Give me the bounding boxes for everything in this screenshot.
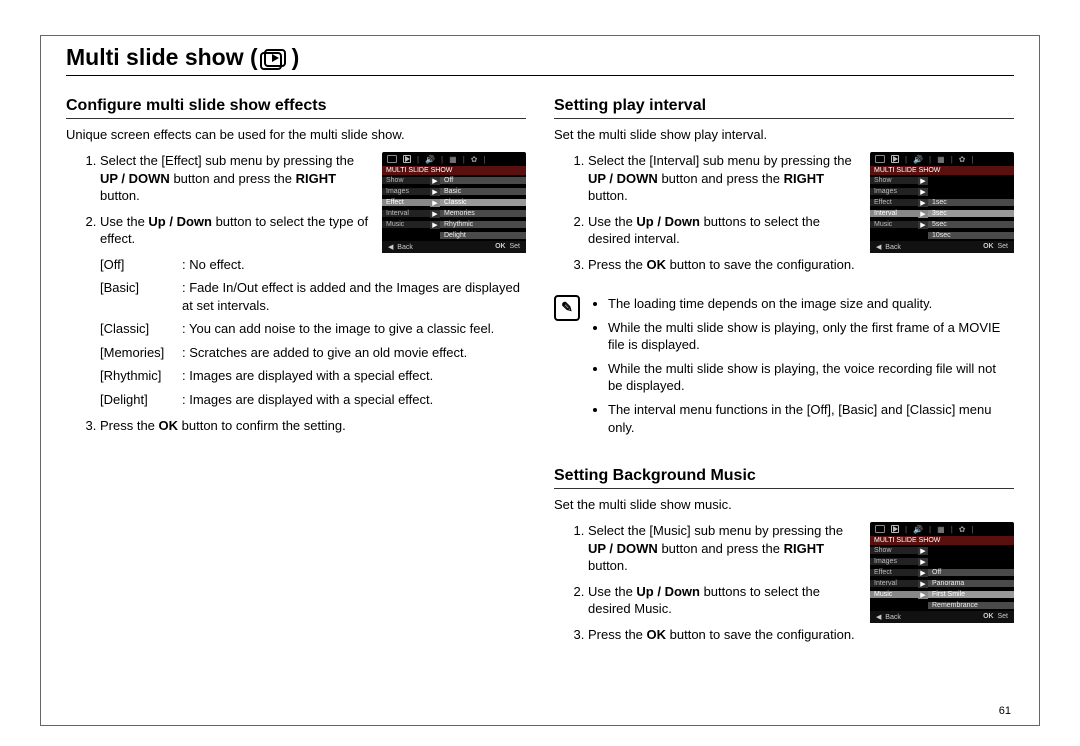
lcd-effect-screenshot: |🔊|▦|✿|MULTI SLIDE SHOWShow▶OffImages▶Ba… — [382, 152, 526, 253]
page-frame: Multi slide show ( ) Configure multi sli… — [40, 35, 1040, 726]
lcd-interval-screenshot: |🔊|▦|✿|MULTI SLIDE SHOWShow▶Images▶Effec… — [870, 152, 1014, 253]
effect-definition: [Classic]You can add noise to the image … — [100, 320, 522, 338]
section-heading-music: Setting Background Music — [554, 464, 1014, 489]
page-number: 61 — [999, 705, 1011, 717]
note-item: While the multi slide show is playing, o… — [608, 319, 1014, 354]
intro-text: Set the multi slide show play interval. — [554, 127, 1014, 142]
step-3: Press the OK button to save the configur… — [588, 626, 1014, 644]
effect-definition: [Rhythmic]Images are displayed with a sp… — [100, 367, 522, 385]
left-column: Configure multi slide show effects Uniqu… — [66, 94, 526, 651]
note-item: The loading time depends on the image si… — [608, 295, 1014, 313]
right-column: Setting play interval Set the multi slid… — [554, 94, 1014, 651]
effect-definition: [Basic]Fade In/Out effect is added and t… — [100, 279, 522, 314]
note-box: ✎ The loading time depends on the image … — [554, 295, 1014, 442]
step-3: Press the OK button to confirm the setti… — [100, 417, 526, 435]
note-item: The interval menu functions in the [Off]… — [608, 401, 1014, 436]
section-heading-effects: Configure multi slide show effects — [66, 94, 526, 119]
effect-definition: [Delight]Images are displayed with a spe… — [100, 391, 522, 409]
title-rule — [66, 75, 1014, 76]
title-text: Multi slide show ( — [66, 44, 258, 71]
slideshow-icon — [264, 49, 286, 67]
effect-definition: [Memories]Scratches are added to give an… — [100, 344, 522, 362]
effect-definition: [Off]No effect. — [100, 256, 374, 274]
page-title: Multi slide show ( ) — [66, 36, 1014, 71]
note-icon: ✎ — [554, 295, 580, 321]
section-heading-interval: Setting play interval — [554, 94, 1014, 119]
step-3: Press the OK button to save the configur… — [588, 256, 1014, 274]
intro-text: Set the multi slide show music. — [554, 497, 1014, 512]
note-item: While the multi slide show is playing, t… — [608, 360, 1014, 395]
lcd-music-screenshot: |🔊|▦|✿|MULTI SLIDE SHOWShow▶Images▶Effec… — [870, 522, 1014, 623]
intro-text: Unique screen effects can be used for th… — [66, 127, 526, 142]
title-close: ) — [292, 44, 300, 71]
